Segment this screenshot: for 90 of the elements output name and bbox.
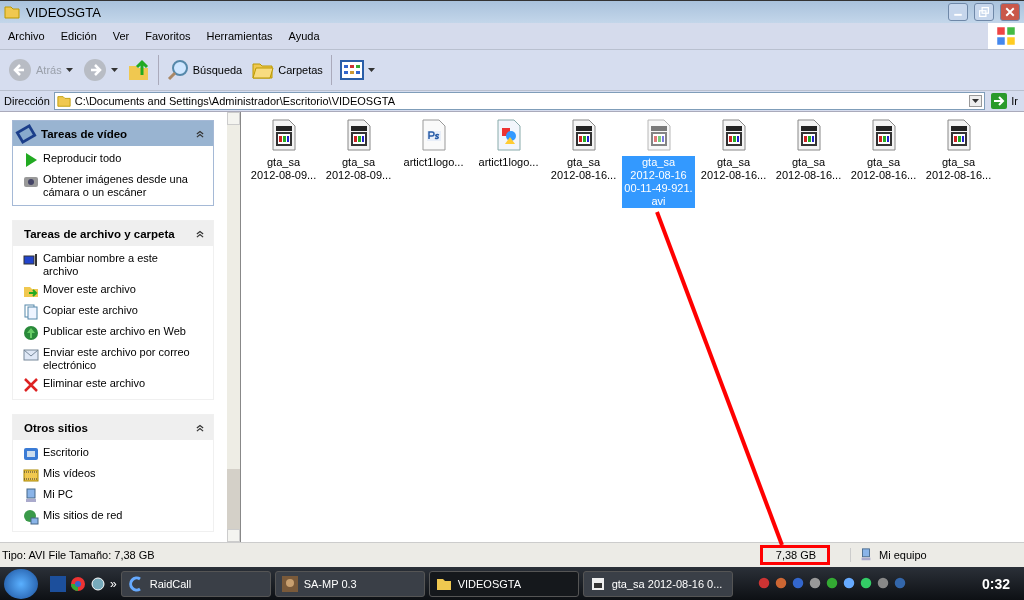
caret-icon [972,99,980,103]
caret-icon [110,68,118,72]
task-link[interactable]: Eliminar este archivo [43,377,191,390]
tray-icon [841,575,856,590]
minimize-button[interactable] [948,3,968,21]
file-name[interactable]: gta_sa 2012-08-16... [773,156,844,182]
task-link[interactable]: Mis sitios de red [43,509,191,522]
computer-icon [23,488,39,504]
taskbar-button[interactable]: VIDEOSGTA [428,570,579,597]
file-name[interactable]: gta_sa 2012-08-16... [848,156,919,182]
task-link[interactable]: Obtener imágenes desde una cámara o un escáner [43,173,191,199]
file-name[interactable]: gta_sa 2012-08-09... [323,156,394,182]
file-name[interactable]: gta_sa 2012-08-09... [248,156,319,182]
panel-header[interactable]: Tareas de archivo y carpeta [13,221,213,246]
views-button[interactable] [337,58,377,82]
taskbar-button[interactable]: RaidCall [120,570,271,597]
windows-logo-icon [996,26,1016,46]
task-link[interactable]: Cambiar nombre a este archivo [43,252,191,278]
collapse-icon [195,228,205,239]
task-link[interactable]: Publicar este archivo en Web [43,325,191,338]
search-icon [166,59,189,81]
folder-icon [56,94,71,108]
menu-item[interactable]: Edición [52,30,105,42]
folders-button[interactable]: Carpetas [250,57,325,83]
file-name[interactable]: artict1logo... [401,156,466,169]
go-arrow-icon [991,93,1008,109]
start-button[interactable] [4,568,38,599]
close-icon [1005,7,1015,17]
tray-icon [807,575,822,590]
restore-icon [979,7,989,17]
menu-item[interactable]: Favoritos [137,30,199,42]
chrome-icon [70,575,86,592]
caret-icon [367,68,375,72]
status-text: Tipo: AVI File Tamaño: 7,38 GB [1,549,155,561]
views-icon [339,60,364,80]
clock: 0:32 [981,575,1011,592]
window-title: VIDEOSGTA [26,4,102,20]
restore-button[interactable] [974,3,994,21]
caret-icon [65,68,73,72]
rename-icon [23,252,39,268]
close-button[interactable] [1000,3,1020,21]
address-label: Dirección [4,95,50,107]
task-link[interactable]: Escritorio [43,446,191,459]
tray-icon [824,575,839,590]
tray-icon [875,575,890,590]
task-link[interactable]: Enviar este archivo por correo electrónico [43,346,191,372]
file-name[interactable]: gta_sa 2012-08-16... [923,156,994,182]
taskbar-button[interactable]: SA-MP 0.3 [274,570,425,597]
tray-icon [773,575,788,590]
delete-icon [23,377,39,393]
status-size: 7,38 GB [774,549,817,561]
file-name[interactable]: artict1logo... [476,156,541,169]
status-location: Mi equipo [878,549,927,561]
panel-header[interactable]: Tareas de vídeo [13,121,213,146]
folder-up-icon [127,59,150,81]
tray-icon [790,575,805,590]
computer-icon [859,548,873,562]
network-icon [23,509,39,525]
menu-item[interactable]: Herramientas [198,30,281,42]
desktop-icon [23,446,39,462]
play-icon [23,152,39,168]
search-button[interactable]: Búsqueda [164,57,245,83]
tray-icon [756,575,771,590]
task-link[interactable]: Mover este archivo [43,283,191,296]
go-button[interactable]: Ir [989,91,1020,111]
task-link[interactable]: Copiar este archivo [43,304,191,317]
menu-item[interactable]: Archivo [0,30,53,42]
chevron-icon[interactable]: » [110,576,117,591]
globe-icon [23,325,39,341]
copy-icon [23,304,39,320]
file-name[interactable]: gta_sa 2012-08-16... [698,156,769,182]
collapse-icon [195,422,205,433]
game-icon [281,575,298,592]
tray-icon [892,575,907,590]
tray-icon [858,575,873,590]
file-name[interactable]: gta_sa 2012-08-16... [548,156,619,182]
video-folder-icon [23,467,39,483]
folder-icon [4,4,20,20]
task-link[interactable]: Mi PC [43,488,191,501]
address-field[interactable]: C:\Documents and Settings\Administrador\Escritorio\VIDEOSGTA [53,92,986,110]
taskbar-button[interactable]: gta_sa 2012-08-16 0... [582,570,733,597]
video-file-icon [589,575,606,592]
collapse-icon [195,128,205,139]
menu-item[interactable]: Ver [104,30,138,42]
task-link[interactable]: Mis vídeos [43,467,191,480]
task-link[interactable]: Reproducir todo [43,152,191,165]
scrollbar[interactable] [227,112,240,542]
envelope-icon [23,346,39,362]
panel-header[interactable]: Otros sitios [13,415,213,440]
menu-item[interactable]: Ayuda [280,30,328,42]
